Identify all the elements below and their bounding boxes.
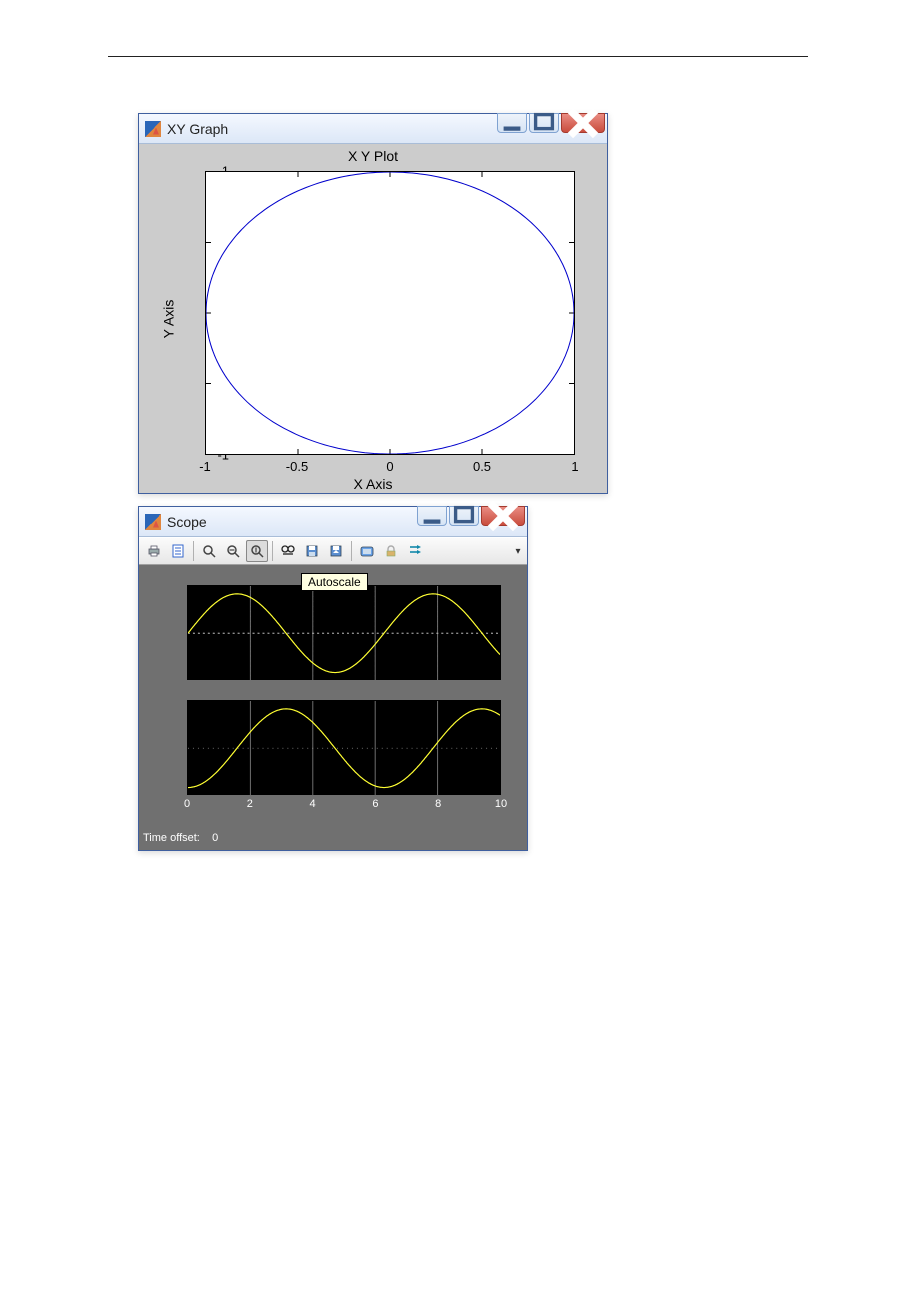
- xy-window-title: XY Graph: [167, 121, 228, 137]
- autoscale-tooltip: Autoscale: [301, 573, 368, 591]
- float-icon[interactable]: [356, 540, 378, 562]
- xy-trace: [206, 172, 574, 454]
- toolbar-separator: [351, 541, 352, 561]
- toolbar-separator: [272, 541, 273, 561]
- scope-toolbar: ▾: [139, 537, 527, 565]
- scope-svg-1: [188, 586, 500, 680]
- xy-graph-window: XY Graph X Y Plot 1 0.5 0 -0.5 -1 -1 -0.…: [138, 113, 608, 494]
- print-icon[interactable]: [143, 540, 165, 562]
- matlab-icon: [145, 514, 161, 530]
- scope-body: Autoscale 1 0 -1 1 0 -1: [139, 565, 527, 850]
- scope-xtick-2: 2: [247, 798, 253, 810]
- xtick-m0p5: -0.5: [286, 459, 308, 474]
- lock-icon[interactable]: [380, 540, 402, 562]
- scope-xtick-6: 6: [372, 798, 378, 810]
- zoom-x-icon[interactable]: [222, 540, 244, 562]
- page-rule: [108, 56, 808, 57]
- time-offset: Time offset: 0: [143, 832, 218, 844]
- x-axis-label: X Axis: [139, 476, 607, 492]
- xy-plot-title: X Y Plot: [139, 144, 607, 164]
- xy-titlebar[interactable]: XY Graph: [139, 114, 607, 144]
- close-button[interactable]: [481, 506, 525, 526]
- scope-window: Scope ▾ Autoscale: [138, 506, 528, 851]
- save-config-icon[interactable]: [301, 540, 323, 562]
- signal-selection-icon[interactable]: [404, 540, 426, 562]
- scope-xtick-10: 10: [495, 798, 507, 810]
- time-offset-label: Time offset:: [143, 832, 200, 844]
- scope2-trace: [188, 709, 500, 788]
- parameters-icon[interactable]: [167, 540, 189, 562]
- xtick-1: 1: [571, 459, 578, 474]
- toolbar-separator: [193, 541, 194, 561]
- scope-xtick-4: 4: [310, 798, 316, 810]
- scope-plot-1[interactable]: [187, 585, 501, 680]
- scope-window-title: Scope: [167, 514, 207, 530]
- minimize-button[interactable]: [497, 113, 527, 133]
- maximize-button[interactable]: [529, 113, 559, 133]
- minimize-button[interactable]: [417, 506, 447, 526]
- zoom-in-icon[interactable]: [198, 540, 220, 562]
- xy-plot-body: X Y Plot 1 0.5 0 -0.5 -1 -1 -0.5 0 0.5 1…: [139, 144, 607, 493]
- xtick-0: 0: [386, 459, 393, 474]
- scope-xtick-8: 8: [435, 798, 441, 810]
- scope-svg-2: [188, 701, 500, 795]
- scope-plot-2[interactable]: [187, 700, 501, 795]
- xtick-0p5: 0.5: [473, 459, 491, 474]
- window-controls: [415, 506, 525, 526]
- toolbar-overflow-icon[interactable]: ▾: [509, 540, 523, 562]
- xy-plot-area[interactable]: [205, 171, 575, 455]
- matlab-icon: [145, 121, 161, 137]
- close-button[interactable]: [561, 113, 605, 133]
- xy-svg: [206, 172, 574, 454]
- autoscale-icon[interactable]: [277, 540, 299, 562]
- xtick-m1: -1: [199, 459, 211, 474]
- maximize-button[interactable]: [449, 506, 479, 526]
- scope-titlebar[interactable]: Scope: [139, 507, 527, 537]
- time-offset-value: 0: [212, 832, 218, 844]
- y-axis-label: Y Axis: [160, 299, 176, 338]
- zoom-y-icon[interactable]: [246, 540, 268, 562]
- window-controls: [495, 113, 605, 133]
- restore-config-icon[interactable]: [325, 540, 347, 562]
- scope-xtick-0: 0: [184, 798, 190, 810]
